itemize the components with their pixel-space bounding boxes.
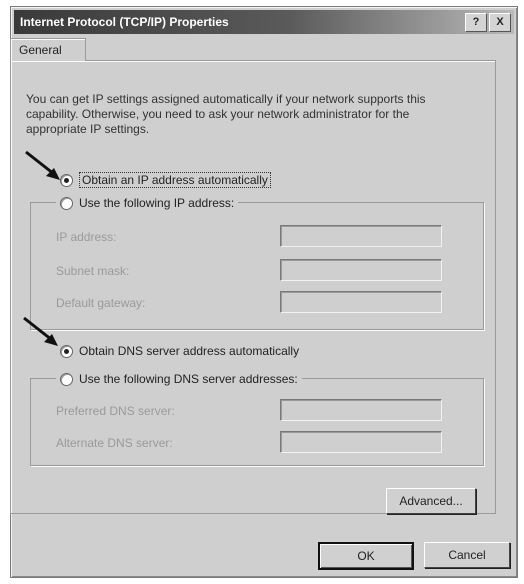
ip-manual-radio[interactable] bbox=[60, 196, 73, 210]
ip-auto-option[interactable]: Obtain an IP address automatically bbox=[60, 172, 271, 188]
title-bar: Internet Protocol (TCP/IP) Properties ? … bbox=[14, 10, 514, 34]
help-button[interactable]: ? bbox=[465, 13, 487, 32]
ok-button[interactable]: OK bbox=[318, 542, 414, 570]
annotation-arrow-icon bbox=[23, 316, 58, 346]
tab-general-label: General bbox=[19, 43, 62, 57]
ip-address-field[interactable] bbox=[280, 225, 442, 247]
dns-auto-label: Obtain DNS server address automatically bbox=[79, 344, 300, 358]
subnet-mask-label: Subnet mask: bbox=[56, 264, 130, 278]
description-text: You can get IP settings assigned automat… bbox=[26, 92, 426, 136]
close-button[interactable]: X bbox=[489, 13, 511, 32]
dialog-title: Internet Protocol (TCP/IP) Properties bbox=[20, 15, 229, 29]
ip-auto-label: Obtain an IP address automatically bbox=[79, 172, 271, 188]
annotation-arrow-icon bbox=[25, 150, 60, 180]
advanced-button[interactable]: Advanced... bbox=[386, 488, 476, 514]
tab-general[interactable]: General bbox=[10, 38, 86, 61]
dns-auto-radio[interactable] bbox=[60, 344, 73, 358]
subnet-mask-field[interactable] bbox=[280, 259, 442, 281]
ip-address-label: IP address: bbox=[56, 230, 117, 244]
ip-manual-label: Use the following IP address: bbox=[79, 196, 235, 210]
alternate-dns-label: Alternate DNS server: bbox=[56, 436, 173, 450]
preferred-dns-label: Preferred DNS server: bbox=[56, 404, 175, 418]
dns-auto-option[interactable]: Obtain DNS server address automatically bbox=[60, 344, 299, 358]
cancel-button[interactable]: Cancel bbox=[424, 542, 510, 568]
preferred-dns-field[interactable] bbox=[280, 399, 442, 421]
default-gateway-field[interactable] bbox=[280, 291, 442, 313]
alternate-dns-field[interactable] bbox=[280, 431, 442, 453]
default-gateway-label: Default gateway: bbox=[56, 296, 146, 310]
dns-manual-option[interactable]: Use the following DNS server addresses: bbox=[56, 372, 302, 386]
title-controls: ? X bbox=[465, 13, 511, 32]
ip-manual-option[interactable]: Use the following IP address: bbox=[56, 196, 239, 210]
dns-manual-radio[interactable] bbox=[60, 372, 73, 386]
dns-manual-label: Use the following DNS server addresses: bbox=[79, 372, 298, 386]
ip-auto-radio[interactable] bbox=[60, 173, 73, 187]
